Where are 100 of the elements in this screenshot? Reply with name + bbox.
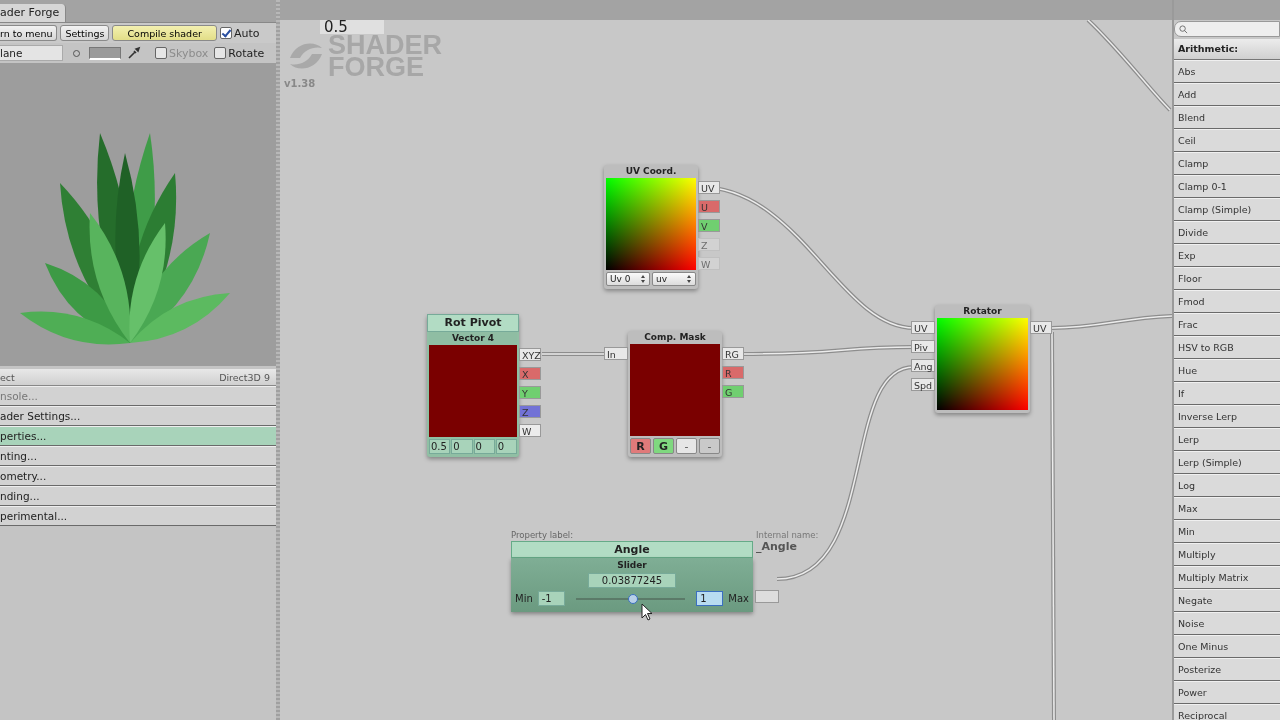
internal-name: _Angle xyxy=(756,540,798,553)
value-field[interactable]: 0.03877245 xyxy=(588,573,676,588)
node-list-item[interactable]: Posterize xyxy=(1174,658,1280,681)
node-list-item[interactable]: Blend xyxy=(1174,106,1280,129)
min-field[interactable]: -1 xyxy=(537,591,565,606)
output-port[interactable]: R xyxy=(722,366,744,379)
section-button[interactable]: nting... xyxy=(0,446,276,466)
node-list-item[interactable]: Max xyxy=(1174,497,1280,520)
output-port[interactable]: UV xyxy=(1030,321,1052,334)
channel-button[interactable]: G xyxy=(653,438,674,454)
checkbox[interactable]: Rotate xyxy=(214,46,265,60)
category-header: Arithmetic: xyxy=(1174,39,1280,60)
caption: Property label: xyxy=(511,530,575,541)
node-title: Slider xyxy=(617,560,647,570)
section-button[interactable]: ader Settings... xyxy=(0,406,276,426)
node-list-item[interactable]: Abs xyxy=(1174,60,1280,83)
dropdown-value: Uv 0 xyxy=(610,273,631,285)
value-field[interactable]: 0 xyxy=(473,439,495,454)
node-list-item[interactable]: Inverse Lerp xyxy=(1174,405,1280,428)
input-port[interactable]: Spd xyxy=(911,378,935,391)
value-field[interactable]: 0.5 xyxy=(429,439,451,454)
channel-button[interactable]: R xyxy=(630,438,651,454)
section-button[interactable]: nding... xyxy=(0,486,276,506)
dropdown[interactable]: uv xyxy=(652,272,696,286)
node-list-item[interactable]: Lerp (Simple) xyxy=(1174,451,1280,474)
api-label: Direct3D 9 xyxy=(219,371,270,383)
node-list-item[interactable]: If xyxy=(1174,382,1280,405)
output-port[interactable]: RG xyxy=(722,347,744,360)
property-label[interactable]: Angle xyxy=(511,541,753,558)
node-list-item[interactable]: Hue xyxy=(1174,359,1280,382)
node-list-item[interactable]: Negate xyxy=(1174,589,1280,612)
node-list-item[interactable]: Log xyxy=(1174,474,1280,497)
slider-thumb[interactable] xyxy=(627,593,638,604)
node-title: UV Coord. xyxy=(624,165,678,178)
input-port[interactable]: Ang xyxy=(911,359,935,372)
dropdown-value: uv xyxy=(656,273,668,285)
channel-button[interactable]: - xyxy=(699,438,720,454)
updown-icon xyxy=(686,274,692,284)
node-card[interactable]: Comp. Mask R G - - xyxy=(628,331,722,457)
node-list-item[interactable]: Multiply Matrix xyxy=(1174,566,1280,589)
cursor-icon xyxy=(641,603,653,621)
compile-button[interactable]: Compile shader xyxy=(112,25,217,41)
section-button[interactable]: ometry... xyxy=(0,466,276,486)
search-field[interactable] xyxy=(1174,21,1280,37)
output-port[interactable]: X xyxy=(519,367,541,380)
output-port[interactable] xyxy=(755,590,779,603)
output-port[interactable]: XYZ xyxy=(519,348,541,361)
output-port[interactable]: U xyxy=(698,200,720,213)
max-field[interactable]: 1 xyxy=(696,591,724,606)
node-list-item[interactable]: Min xyxy=(1174,520,1280,543)
node-card[interactable]: Rotator xyxy=(935,305,1030,413)
eyedropper-icon[interactable] xyxy=(127,46,141,60)
value-field[interactable]: 0 xyxy=(495,439,517,454)
output-port[interactable]: UV xyxy=(698,181,720,194)
mesh-field[interactable]: lane xyxy=(0,45,63,61)
section-button[interactable]: perties... xyxy=(0,426,276,446)
input-port[interactable]: Piv xyxy=(911,340,935,353)
search-icon xyxy=(1179,24,1188,34)
wire xyxy=(541,352,605,356)
node-list-item[interactable]: HSV to RGB xyxy=(1174,336,1280,359)
node-title: Rotator xyxy=(962,305,1003,318)
output-port[interactable]: V xyxy=(698,219,720,232)
node-card[interactable]: Rot Pivot Vector 4 0.5 0 0 0 xyxy=(427,314,519,457)
toolbar-button[interactable]: rn to menu xyxy=(0,25,58,41)
node-list-item[interactable]: Add xyxy=(1174,83,1280,106)
node-list-item[interactable]: Exp xyxy=(1174,244,1280,267)
node-list-item[interactable]: Clamp (Simple) xyxy=(1174,198,1280,221)
checkbox[interactable]: Auto xyxy=(219,26,260,40)
node-list-item[interactable]: Noise xyxy=(1174,612,1280,635)
max-label: Max xyxy=(728,593,749,604)
node-list-item[interactable]: Clamp 0-1 xyxy=(1174,175,1280,198)
output-port[interactable]: G xyxy=(722,385,744,398)
node-list-item[interactable]: Divide xyxy=(1174,221,1280,244)
node-card[interactable]: UV Coord. Uv 0 uv xyxy=(604,165,698,289)
window-tab[interactable]: ader Forge xyxy=(0,4,67,22)
output-port[interactable]: Y xyxy=(519,386,541,399)
color-swatch[interactable] xyxy=(89,46,121,60)
dropdown[interactable]: Uv 0 xyxy=(606,272,650,286)
node-list-item[interactable]: Power xyxy=(1174,681,1280,704)
node-list-item[interactable]: Multiply xyxy=(1174,543,1280,566)
header-label: ect xyxy=(0,371,15,383)
value-field[interactable]: 0.5 xyxy=(320,20,384,34)
channel-button[interactable]: - xyxy=(676,438,697,454)
updown-icon xyxy=(640,274,646,284)
property-label[interactable]: Rot Pivot xyxy=(427,314,519,332)
node-title: Comp. Mask xyxy=(643,331,707,344)
node-list-item[interactable]: Clamp xyxy=(1174,152,1280,175)
node-list-item[interactable]: Fmod xyxy=(1174,290,1280,313)
node-list-item[interactable]: Frac xyxy=(1174,313,1280,336)
input-port[interactable]: In xyxy=(604,347,628,360)
toolbar-button[interactable]: Settings xyxy=(60,25,110,41)
section-button[interactable]: perimental... xyxy=(0,506,276,526)
node-list-item[interactable]: Ceil xyxy=(1174,129,1280,152)
node-list-item[interactable]: One Minus xyxy=(1174,635,1280,658)
version-label: v1.38 xyxy=(284,78,316,89)
output-port[interactable]: W xyxy=(519,424,541,437)
value-field[interactable]: 0 xyxy=(451,439,473,454)
input-port[interactable]: UV xyxy=(911,321,935,334)
node-list-item[interactable]: Lerp xyxy=(1174,428,1280,451)
node-list-item[interactable]: Floor xyxy=(1174,267,1280,290)
